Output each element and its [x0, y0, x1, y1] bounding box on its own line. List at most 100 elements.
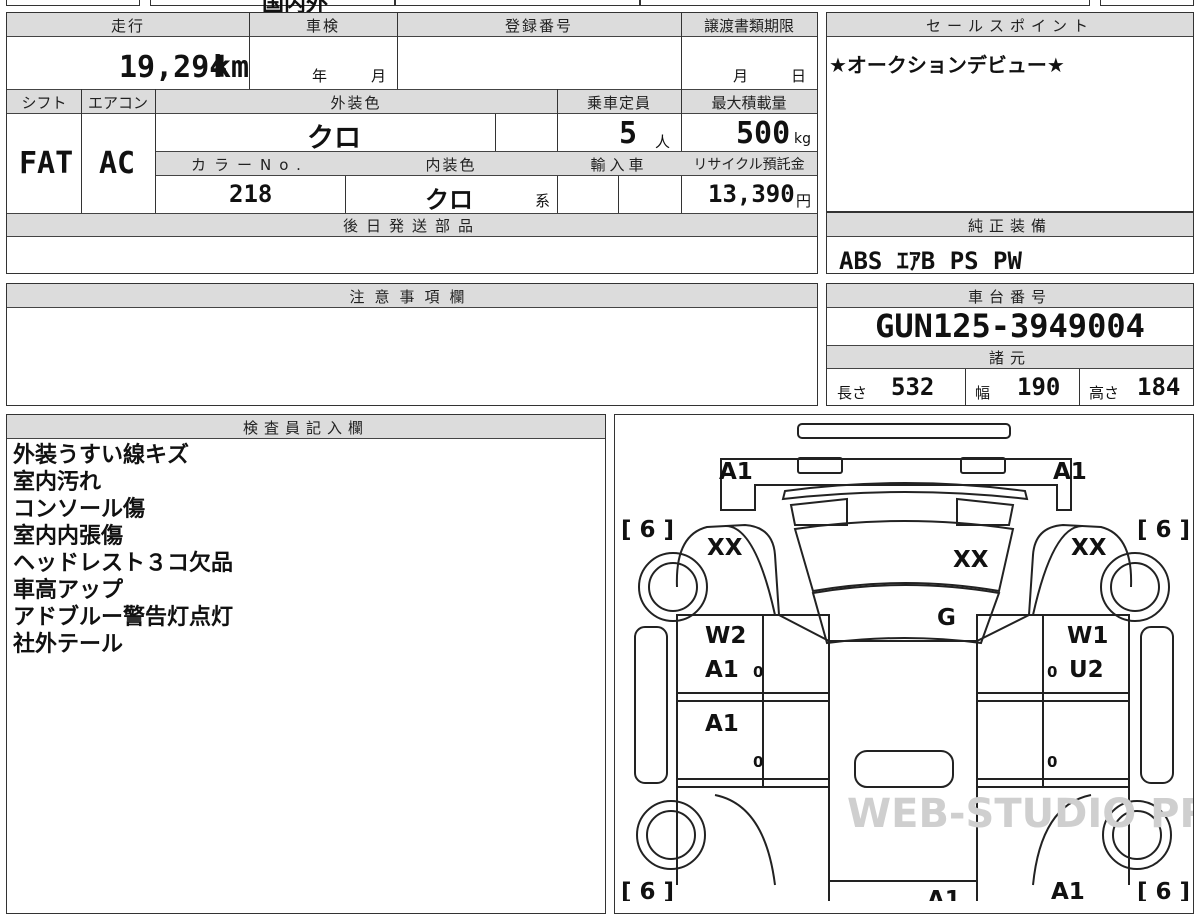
mileage-value: 19,294: [119, 50, 228, 85]
inspection-month-unit: 月: [371, 67, 387, 85]
mark-zero: 0: [1047, 753, 1057, 771]
exterior-color-value: クロ: [307, 123, 361, 154]
capacity-value: 5: [619, 116, 638, 151]
headlight-right-shape: [960, 457, 1006, 474]
recycle-label: リサイクル預託金: [693, 157, 805, 173]
mileage-label: 走行: [110, 17, 145, 35]
mark-zero: 0: [1047, 663, 1057, 681]
front-bumper-shape: [797, 423, 1011, 439]
import-label: 輸入車: [590, 156, 648, 174]
inspector-notes: 外装うすい線キズ 室内汚れ コンソール傷 室内内張傷 ヘッドレスト３コ欠品 車高…: [13, 442, 233, 658]
mark-tire-rr: [ 6 ]: [1137, 879, 1190, 901]
headlight-left-shape: [797, 457, 843, 474]
interior-color-suffix: 系: [535, 192, 551, 210]
genuine-equipment-label: 純正装備: [967, 217, 1052, 235]
note-item: アドブルー警告灯点灯: [13, 605, 234, 630]
shift-label: シフト: [21, 94, 67, 112]
note-item: 車高アップ: [13, 578, 124, 603]
windshield-shape: [811, 584, 1001, 645]
inspection-year-unit: 年: [312, 67, 328, 85]
mark-door-fl-1: W2: [705, 623, 746, 649]
note-item: 室内内張傷: [13, 524, 124, 549]
mark-door-rl: A1: [705, 711, 739, 737]
mark-fender-left: XX: [707, 535, 743, 561]
front-grille-shape: [720, 458, 1072, 511]
mark-front-right: A1: [1053, 459, 1087, 485]
note-item: ヘッドレスト３コ欠品: [13, 551, 234, 576]
specs-label: 諸元: [988, 349, 1031, 367]
length-value: 532: [891, 373, 935, 401]
mark-hood: XX: [953, 547, 989, 573]
note-item: コンソール傷: [13, 497, 146, 522]
mark-tire-rl: [ 6 ]: [621, 879, 674, 901]
left-door-front-shape: [676, 614, 830, 702]
shift-value: FAT: [19, 146, 74, 181]
later-parts-label: 後日発送部品: [342, 217, 481, 235]
mark-front-left: A1: [719, 459, 753, 485]
mark-tire-fr: [ 6 ]: [1137, 517, 1190, 543]
note-item: 社外テール: [13, 632, 124, 657]
mark-door-fr-1: W1: [1067, 623, 1108, 649]
top-strip-cell: [1100, 0, 1194, 6]
mark-rear-center: A1: [927, 887, 961, 901]
interior-color-value: クロ: [425, 186, 473, 214]
max-load-unit: kg: [794, 131, 811, 147]
height-label: 高さ: [1089, 384, 1120, 402]
note-item: 室内汚れ: [13, 470, 102, 495]
mark-tire-fl: [ 6 ]: [621, 517, 674, 543]
top-strip-cell: [395, 0, 640, 6]
mark-fender-right: XX: [1071, 535, 1107, 561]
sales-point-label: セールスポイント: [925, 17, 1094, 35]
inspection-label: 車検: [305, 17, 340, 35]
caution-label: 注意事項欄: [349, 288, 475, 306]
color-no-label: カラーNo.: [191, 156, 309, 174]
mark-zero: 0: [753, 753, 763, 771]
mark-rear-left: A1: [1051, 879, 1085, 901]
left-mirror-shape: [634, 626, 668, 784]
max-load-value: 500: [736, 116, 791, 151]
sales-point-box: セールスポイント ★オークションデビュー★: [826, 12, 1194, 212]
recycle-unit: 円: [796, 192, 812, 210]
registration-label: 登録番号: [504, 17, 573, 35]
mark-windshield: G: [937, 605, 956, 631]
max-load-label: 最大積載量: [711, 94, 787, 112]
transfer-month-unit: 月: [733, 67, 749, 85]
chassis-label: 車台番号: [967, 288, 1052, 306]
rear-window-shape: [854, 750, 954, 788]
color-no-value: 218: [229, 180, 273, 208]
sales-point-text: ★オークションデビュー★: [829, 53, 1065, 77]
chassis-number: GUN125-3949004: [875, 307, 1145, 345]
mark-zero: 0: [753, 663, 763, 681]
left-door-rear-shape: [676, 700, 830, 788]
info-table: 走行 車検 登録番号 譲渡書類期限 19,294 km 年 月 月 日 シフト …: [6, 12, 818, 274]
top-strip-cell: [6, 0, 140, 6]
height-value: 184: [1137, 373, 1181, 401]
capacity-label: 乗車定員: [586, 94, 651, 112]
right-door-rear-shape: [976, 700, 1130, 788]
exterior-color-label: 外装色: [330, 94, 382, 112]
transfer-deadline-label: 譲渡書類期限: [703, 17, 794, 35]
genuine-equipment-box: 純正装備 ABS ｴｱB PS PW: [826, 212, 1194, 275]
car-diagram: A1 A1 [ 6 ] [ 6 ] XX XX XX G W2 A1 W1 U2…: [621, 423, 1193, 901]
recycle-value: 13,390: [708, 180, 795, 208]
caution-box: 注意事項欄: [6, 283, 818, 406]
note-item: 外装うすい線キズ: [13, 443, 190, 468]
chassis-box: 車台番号 GUN125-3949004 諸元 長さ 532 幅 190 高さ 1…: [826, 283, 1194, 406]
width-value: 190: [1017, 373, 1061, 401]
roof-shape: [828, 640, 978, 901]
width-label: 幅: [975, 384, 991, 402]
transfer-day-unit: 日: [791, 67, 807, 85]
inspector-label: 検査員記入欄: [242, 419, 369, 437]
mileage-unit: km: [213, 50, 250, 85]
length-label: 長さ: [837, 384, 868, 402]
aircon-value: AC: [99, 146, 136, 181]
right-mirror-shape: [1140, 626, 1174, 784]
top-strip-cell: [640, 0, 1090, 6]
car-diagram-box: A1 A1 [ 6 ] [ 6 ] XX XX XX G W2 A1 W1 U2…: [614, 414, 1194, 914]
inspector-box: 検査員記入欄 外装うすい線キズ 室内汚れ コンソール傷 室内内張傷 ヘッドレスト…: [6, 414, 606, 914]
genuine-equipment-text: ABS ｴｱB PS PW: [839, 247, 1022, 275]
aircon-label: エアコン: [87, 94, 148, 112]
left-fender-shape: [675, 523, 830, 642]
mark-door-fl-2: A1: [705, 657, 739, 683]
watermark: WEB-STUDIO PRO: [847, 791, 1193, 837]
